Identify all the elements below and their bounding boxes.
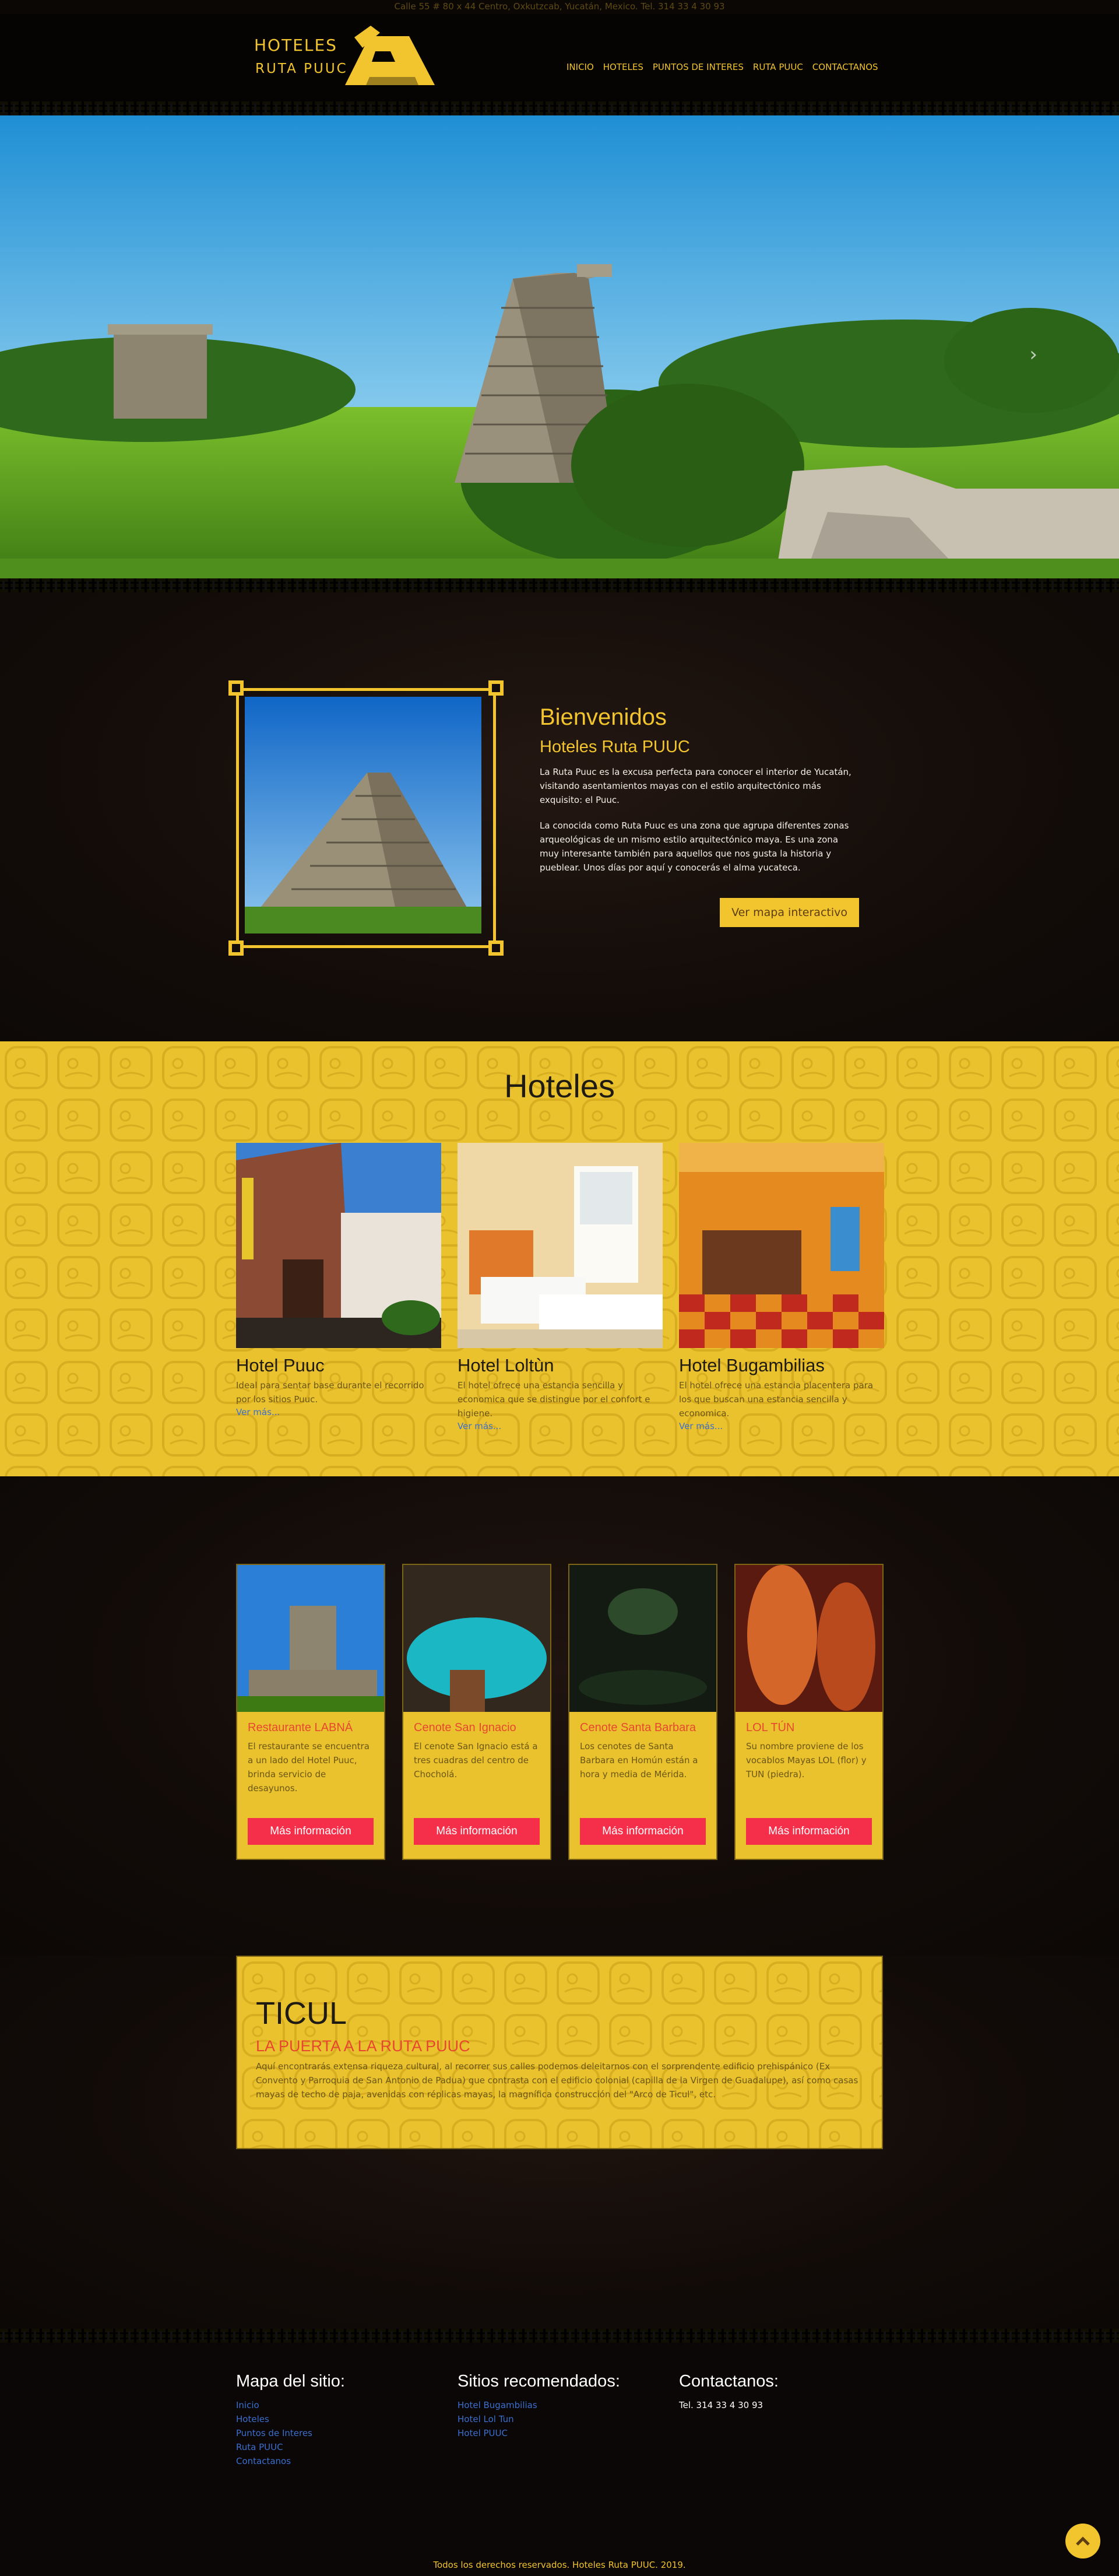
hotel-description: El hotel ofrece una estancia sencilla y … (458, 1380, 650, 1419)
nav-ruta-puuc[interactable]: RUTA PUUC (753, 62, 803, 72)
main-nav: INICIO HOTELES PUNTOS DE INTERES RUTA PU… (566, 62, 888, 72)
fret-border (0, 101, 1119, 115)
footer-sitemap: Mapa del sitio: Inicio Hoteles Puntos de… (236, 2372, 446, 2468)
attraction-title: Restaurante LABNÁ (248, 1721, 353, 1734)
attraction-title: Cenote Santa Barbara (580, 1721, 696, 1734)
ticul-panel: TICUL LA PUERTA A LA RUTA PUUC Aquí enco… (236, 1956, 883, 2149)
hero-image (0, 115, 1119, 578)
hotel-loltun-photo (458, 1143, 663, 1348)
pyramid-logo-icon (345, 26, 435, 85)
welcome-subtitle: Hoteles Ruta PUUC (540, 738, 690, 756)
interactive-map-button[interactable]: Ver mapa interactivo (720, 898, 859, 927)
footer-link-hoteles[interactable]: Hoteles (236, 2412, 446, 2426)
chevron-right-icon[interactable]: › (1029, 343, 1037, 366)
attraction-title: LOL TÚN (746, 1721, 795, 1734)
footer-link-contactanos[interactable]: Contactanos (236, 2454, 446, 2468)
hotel-description: Ideal para sentar base durante el recorr… (236, 1380, 424, 1405)
copyright: Todos los derechos reservados. Hoteles R… (433, 2560, 686, 2570)
attraction-description: Los cenotes de Santa Barbara en Homún es… (580, 1741, 698, 1780)
nav-inicio[interactable]: INICIO (566, 62, 594, 72)
chevron-up-icon (1076, 2536, 1090, 2546)
hotel-card-puuc[interactable]: Hotel Puuc Ideal para sentar base durant… (236, 1143, 441, 1417)
attraction-description: Su nombre proviene de los vocablos Mayas… (746, 1741, 867, 1780)
footer-link-ruta-puuc[interactable]: Ruta PUUC (236, 2440, 446, 2454)
footer-sitemap-title: Mapa del sitio: (236, 2372, 345, 2391)
nav-puntos-de-interes[interactable]: PUNTOS DE INTERES (653, 62, 744, 72)
logo[interactable]: HOTELES RUTA PUUC (254, 23, 446, 93)
ticul-subtitle: LA PUERTA A LA RUTA PUUC (256, 2037, 470, 2055)
welcome-section: Bienvenidos Hoteles Ruta PUUC La Ruta Pu… (0, 592, 1119, 1041)
hotel-name: Hotel Bugambilias (679, 1355, 825, 1375)
hotel-bugambilias-photo (679, 1143, 884, 1348)
site-header: HOTELES RUTA PUUC INICIO HOTELES PUNTOS … (0, 14, 1119, 101)
hotel-puuc-photo (236, 1143, 441, 1348)
welcome-title: Bienvenidos (540, 704, 667, 730)
footer-recommended: Sitios recomendados: Hotel Bugambilias H… (458, 2372, 667, 2440)
pyramid-photo (245, 697, 481, 933)
footer-link-inicio[interactable]: Inicio (236, 2398, 446, 2412)
ticul-text: Aquí encontrarás extensa riqueza cultura… (256, 2061, 858, 2100)
hotels-title: Hoteles (504, 1068, 615, 1104)
hotel-name: Hotel Loltùn (458, 1355, 554, 1375)
hotel-more-link[interactable]: Ver más... (236, 1407, 280, 1417)
hotel-card-bugambilias[interactable]: Hotel Bugambilias El hotel ofrece una es… (679, 1143, 884, 1431)
hotel-name: Hotel Puuc (236, 1355, 325, 1375)
more-info-button[interactable]: Más información (746, 1818, 872, 1845)
hotel-card-loltun[interactable]: Hotel Loltùn El hotel ofrece una estanci… (458, 1143, 663, 1431)
attraction-description: El restaurante se encuentra a un lado de… (248, 1741, 370, 1794)
attraction-card-santa-barbara: Cenote Santa Barbara Los cenotes de Sant… (568, 1564, 717, 1860)
footer-link-puuc[interactable]: Hotel PUUC (458, 2426, 667, 2440)
more-info-button[interactable]: Más información (414, 1818, 540, 1845)
ticul-section: TICUL LA PUERTA A LA RUTA PUUC Aquí enco… (0, 1956, 1119, 2329)
footer-recommended-title: Sitios recomendados: (458, 2372, 620, 2391)
cenote-santa-barbara-photo (569, 1565, 716, 1712)
nav-hoteles[interactable]: HOTELES (603, 62, 643, 72)
nav-contactanos[interactable]: CONTACTANOS (812, 62, 878, 72)
attraction-title: Cenote San Ignacio (414, 1721, 516, 1734)
attraction-card-labna: Restaurante LABNÁ El restaurante se encu… (236, 1564, 385, 1860)
footer-phone: Tel. 314 33 4 30 93 (679, 2400, 763, 2410)
hero-slider: › (0, 115, 1119, 578)
ticul-title: TICUL (256, 1996, 347, 2031)
attraction-description: El cenote San Ignacio está a tres cuadra… (414, 1741, 538, 1780)
lol-tun-photo (736, 1565, 882, 1712)
points-of-interest-section: Restaurante LABNÁ El restaurante se encu… (0, 1476, 1119, 1956)
footer-contact-title: Contactanos: (679, 2372, 779, 2391)
cenote-san-ignacio-photo (403, 1565, 550, 1712)
back-to-top-button[interactable] (1065, 2524, 1100, 2559)
more-info-button[interactable]: Más información (580, 1818, 706, 1845)
site-footer: Mapa del sitio: Inicio Hoteles Puntos de… (0, 2343, 1119, 2576)
hotel-more-link[interactable]: Ver más... (679, 1421, 723, 1431)
welcome-paragraph-2: La conocida como Ruta Puuc es una zona q… (540, 820, 849, 873)
attraction-card-lol-tun: LOL TÚN Su nombre proviene de los vocabl… (734, 1564, 884, 1860)
welcome-text: Bienvenidos Hoteles Ruta PUUC La Ruta Pu… (540, 704, 859, 927)
logo-line-1: HOTELES (254, 36, 337, 55)
fret-border-bottom (0, 578, 1119, 592)
welcome-paragraph-1: La Ruta Puuc es la excusa perfecta para … (540, 767, 851, 805)
top-address-bar: Calle 55 # 80 x 44 Centro, Oxkutzcab, Yu… (0, 0, 1119, 14)
hotel-more-link[interactable]: Ver más... (458, 1421, 501, 1431)
footer-link-bugambilias[interactable]: Hotel Bugambilias (458, 2398, 667, 2412)
hotel-description: El hotel ofrece una estancia placentera … (679, 1380, 874, 1419)
footer-link-lol-tun[interactable]: Hotel Lol Tun (458, 2412, 667, 2426)
fret-border-footer (0, 2329, 1119, 2343)
logo-text: HOTELES RUTA PUUC (254, 34, 348, 80)
footer-contact: Contactanos: Tel. 314 33 4 30 93 (679, 2372, 889, 2412)
hotels-section: Hoteles Hotel Puuc Ideal para sentar bas… (0, 1041, 1119, 1476)
address-text: Calle 55 # 80 x 44 Centro, Oxkutzcab, Yu… (394, 1, 725, 12)
logo-line-2: RUTA PUUC (255, 61, 348, 76)
attraction-card-san-ignacio: Cenote San Ignacio El cenote San Ignacio… (402, 1564, 551, 1860)
footer-link-puntos[interactable]: Puntos de Interes (236, 2426, 446, 2440)
more-info-button[interactable]: Más información (248, 1818, 374, 1845)
labna-photo (237, 1565, 384, 1712)
pyramid-photo-frame (228, 680, 504, 956)
